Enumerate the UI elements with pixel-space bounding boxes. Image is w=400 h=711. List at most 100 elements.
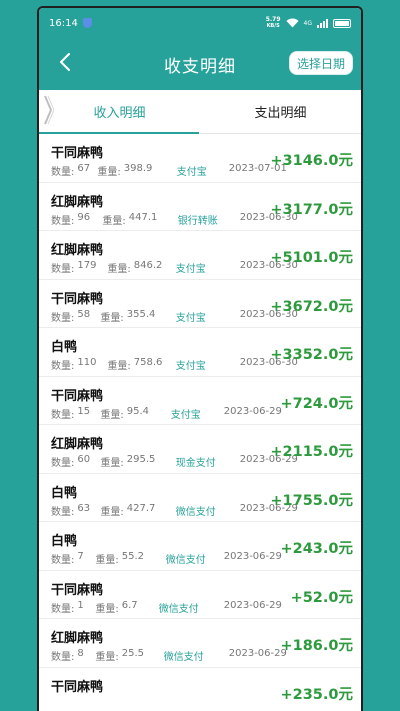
record-row[interactable]: 干同麻鸭 数量: 1 重量: 6.7 微信支付 2023-06-29 +52.0元	[39, 571, 361, 619]
weight-value: 447.1	[128, 211, 158, 223]
record-date: 2023-06-29	[223, 405, 282, 417]
record-amount: +3352.0元	[270, 347, 353, 363]
weight-value: 355.4	[126, 308, 156, 320]
record-amount: +2115.0元	[270, 444, 353, 460]
record-amount: +3672.0元	[270, 298, 353, 315]
weight-label: 重量:	[107, 264, 131, 275]
record-row[interactable]: 干同麻鸭 数量: 15 重量: 95.4 支付宝 2023-06-29 +724.0元	[39, 377, 361, 425]
record-meta: 数量: 15 重量: 95.4 支付宝 2023-06-29	[51, 406, 282, 421]
record-meta: 数量: 179 重量: 846.2 支付宝 2023-06-30	[51, 260, 298, 275]
weight-value: 25.5	[121, 648, 145, 659]
record-row[interactable]: 白鸭 数量: 110 重量: 758.6 支付宝 2023-06-30 +3352.0元	[39, 328, 361, 377]
record-row[interactable]: 白鸭 数量: 7 重量: 55.2 微信支付 2023-06-29 +243.0元	[39, 522, 361, 571]
qty-value: 8	[77, 648, 84, 659]
record-row[interactable]: 干同麻鸭 数量: 67 重量: 398.9 支付宝 2023-07-01 +3146.0元	[39, 134, 361, 183]
record-row[interactable]: 干同麻鸭 +235.0元	[39, 668, 361, 711]
page-title: 收支明细	[164, 56, 236, 77]
record-date: 2023-06-29	[223, 551, 282, 562]
app-header: 收支明细 选择日期	[39, 38, 361, 90]
tab-income[interactable]: 收入明细	[39, 90, 200, 133]
qty-label: 数量:	[51, 506, 75, 518]
record-row[interactable]: 干同麻鸭 数量: 58 重量: 355.4 支付宝 2023-06-30 +3672.0元	[39, 280, 361, 328]
record-amount: +235.0元	[280, 686, 353, 703]
record-amount: +724.0元	[280, 395, 353, 412]
shield-icon	[82, 18, 92, 28]
weight-value: 55.2	[121, 551, 145, 562]
record-name: 干同麻鸭	[51, 679, 104, 695]
weight-label: 重量:	[100, 312, 124, 324]
tab-bar: 收入明细 支出明细	[39, 90, 361, 134]
weight-value: 95.4	[126, 405, 150, 417]
record-name: 白鸭	[51, 534, 78, 549]
record-meta: 数量: 8 重量: 25.5 微信支付 2023-06-29	[51, 648, 287, 663]
payment-method: 微信支付	[175, 506, 216, 518]
qty-value: 1	[77, 599, 84, 611]
network-type: 4G	[303, 19, 312, 27]
weight-label: 重量:	[100, 506, 124, 518]
weight-value: 846.2	[133, 260, 163, 271]
status-right: 5.79 KB/S 4G	[266, 17, 351, 29]
record-row[interactable]: 红脚麻鸭 数量: 179 重量: 846.2 支付宝 2023-06-30 +5101.0元	[39, 231, 361, 280]
qty-label: 数量:	[51, 215, 75, 227]
signal-icon	[317, 18, 328, 28]
qty-label: 数量:	[51, 312, 75, 324]
qty-value: 63	[77, 502, 91, 514]
drawer-handle-icon[interactable]	[42, 94, 54, 126]
record-name: 白鸭	[51, 485, 78, 501]
weight-value: 6.7	[121, 599, 138, 611]
weight-label: 重量:	[95, 603, 119, 615]
weight-label: 重量:	[97, 167, 121, 178]
record-name: 干同麻鸭	[51, 146, 104, 161]
record-name: 红脚麻鸭	[51, 437, 104, 452]
record-row[interactable]: 红脚麻鸭 数量: 8 重量: 25.5 微信支付 2023-06-29 +186.0元	[39, 619, 361, 668]
record-row[interactable]: 红脚麻鸭 数量: 60 重量: 295.5 现金支付 2023-06-29 +2115.0元	[39, 425, 361, 474]
record-list: 干同麻鸭 数量: 67 重量: 398.9 支付宝 2023-07-01 +3146.0元 红脚…	[39, 134, 361, 711]
status-bar: 16:14 5.79 KB/S 4G	[39, 8, 361, 38]
payment-method: 支付宝	[175, 264, 206, 275]
qty-label: 数量:	[51, 652, 75, 663]
status-time: 16:14	[49, 17, 78, 29]
record-meta: 数量: 1 重量: 6.7 微信支付 2023-06-29	[51, 600, 282, 615]
weight-value: 427.7	[126, 502, 156, 514]
record-meta: 数量: 58 重量: 355.4 支付宝 2023-06-30	[51, 309, 298, 324]
record-name: 红脚麻鸭	[51, 243, 104, 258]
qty-value: 60	[77, 454, 91, 465]
weight-label: 重量:	[102, 215, 126, 227]
qty-label: 数量:	[51, 555, 75, 566]
record-amount: +1755.0元	[270, 492, 353, 509]
payment-method: 微信支付	[158, 603, 199, 615]
payment-method: 支付宝	[175, 361, 206, 372]
qty-label: 数量:	[51, 458, 75, 469]
record-meta: 数量: 63 重量: 427.7 微信支付 2023-06-29	[51, 503, 298, 518]
record-meta: 数量: 96 重量: 447.1 银行转账 2023-06-30	[51, 212, 298, 227]
qty-label: 数量:	[51, 167, 75, 178]
status-left: 16:14	[49, 18, 92, 29]
payment-method: 银行转账	[177, 215, 218, 227]
record-amount: +5101.0元	[270, 250, 353, 266]
select-date-button[interactable]: 选择日期	[288, 51, 353, 75]
back-button[interactable]	[53, 50, 77, 74]
tab-expense[interactable]: 支出明细	[200, 90, 361, 133]
qty-value: 110	[77, 357, 97, 368]
payment-method: 微信支付	[163, 652, 204, 663]
record-meta: 数量: 7 重量: 55.2 微信支付 2023-06-29	[51, 551, 282, 566]
payment-method: 支付宝	[176, 167, 207, 178]
payment-method: 支付宝	[175, 312, 206, 324]
qty-value: 15	[77, 405, 91, 417]
record-amount: +3177.0元	[270, 201, 353, 218]
record-amount: +52.0元	[290, 589, 353, 606]
payment-method: 微信支付	[165, 555, 206, 566]
weight-value: 295.5	[126, 454, 156, 465]
record-row[interactable]: 白鸭 数量: 63 重量: 427.7 微信支付 2023-06-29 +1755.0元	[39, 474, 361, 522]
qty-label: 数量:	[51, 409, 75, 421]
wifi-icon	[286, 18, 299, 28]
qty-label: 数量:	[51, 361, 75, 372]
qty-value: 96	[77, 211, 91, 223]
record-row[interactable]: 红脚麻鸭 数量: 96 重量: 447.1 银行转账 2023-06-30 +3177.0元	[39, 183, 361, 231]
record-name: 干同麻鸭	[51, 291, 104, 307]
record-date: 2023-06-29	[228, 648, 287, 659]
qty-label: 数量:	[51, 603, 75, 615]
payment-method: 支付宝	[170, 409, 201, 421]
qty-value: 7	[77, 551, 84, 562]
record-name: 干同麻鸭	[51, 388, 104, 404]
